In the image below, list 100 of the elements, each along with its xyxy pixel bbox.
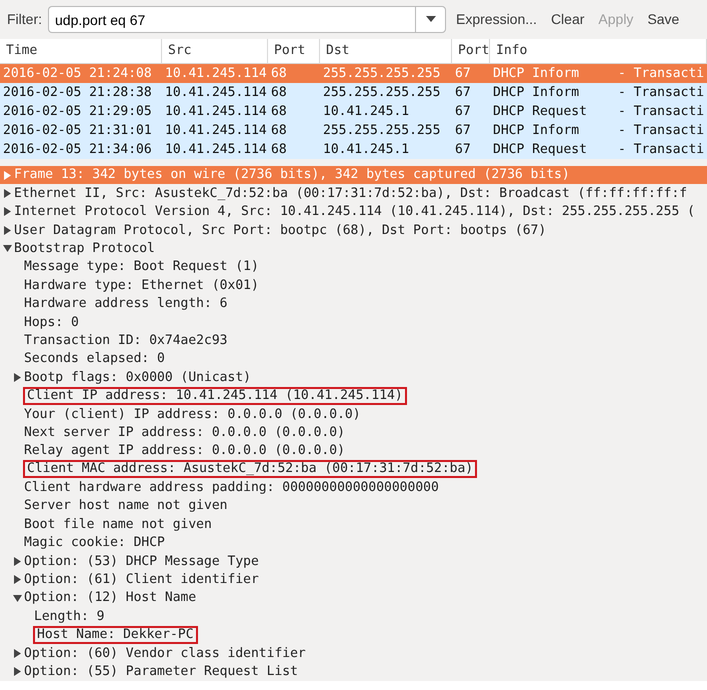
collapsed-triangle-icon[interactable]: [3, 207, 12, 216]
table-cell: DHCP Inform: [493, 122, 580, 138]
tree-row[interactable]: Client IP address: 10.41.245.114 (10.41.245.114): [0, 386, 707, 406]
filter-dropdown-button[interactable]: [415, 6, 446, 33]
tree-row[interactable]: Boot file name not given: [0, 515, 707, 534]
filter-toolbar-button[interactable]: Clear: [546, 9, 588, 30]
tree-item-text: Next server IP address: 0.0.0.0 (0.0.0.0): [23, 424, 346, 442]
tree-row[interactable]: Hardware address length: 6: [0, 294, 707, 314]
column-header[interactable]: Port: [452, 39, 490, 63]
table-cell: 10.41.245.114: [165, 104, 267, 119]
tree-row[interactable]: Host Name: Dekker-PC: [0, 626, 707, 644]
packet-row[interactable]: 2016-02-05 21:29:05 10.41.245.114 68 10.41.245.1 67 DHCP Request - Transacti: [0, 102, 707, 121]
table-cell: 67: [455, 104, 471, 119]
tree-item-text: Option: (60) Vendor class identifier: [23, 644, 307, 663]
tree-item-text: Bootp flags: 0x0000 (Unicast): [23, 368, 252, 387]
table-cell: 68: [271, 122, 287, 138]
tree-item-text: Option: (53) DHCP Message Type: [23, 552, 260, 571]
table-cell: 255.255.255.255: [323, 122, 440, 138]
column-header[interactable]: Info: [490, 39, 707, 63]
table-cell: 68: [271, 66, 287, 81]
filter-toolbar-button[interactable]: Save: [643, 9, 684, 30]
tree-item-text: User Datagram Protocol, Src Port: bootpc (68), Dst Port: bootps (67): [13, 222, 548, 240]
packet-row[interactable]: 2016-02-05 21:31:01 10.41.245.114 68 255.255.255.255 67 DHCP Inform - Transacti: [0, 121, 707, 140]
collapsed-triangle-icon[interactable]: [3, 189, 12, 198]
tree-item-text: Option: (12) Host Name: [23, 589, 198, 608]
table-cell: 68: [271, 84, 287, 100]
table-cell: DHCP Request: [493, 142, 587, 157]
table-cell: DHCP Inform: [493, 84, 580, 100]
table-cell-text: - Transacti: [618, 102, 704, 121]
expanded-triangle-icon[interactable]: [13, 594, 22, 603]
tree-item-text: Magic cookie: DHCP: [23, 534, 166, 552]
tree-item-text: Message type: Boot Request (1): [23, 258, 260, 276]
filter-toolbar-button[interactable]: Expression...: [452, 9, 541, 30]
tree-row[interactable]: Server host name not given: [0, 497, 707, 516]
tree-row[interactable]: Length: 9: [0, 607, 707, 626]
tree-item-text: Host Name: Dekker-PC: [33, 626, 198, 644]
collapsed-triangle-icon[interactable]: [13, 667, 22, 676]
tree-row[interactable]: Client MAC address: AsustekC_7d:52:ba (00:17:31:7d:52:ba): [0, 460, 707, 479]
tree-row[interactable]: Client hardware address padding: 00000000000000000000: [0, 478, 707, 498]
tree-item-text: Client IP address: 10.41.245.114 (10.41.245.114): [23, 386, 407, 405]
caret-icon: [426, 16, 436, 23]
collapsed-triangle-icon[interactable]: [13, 648, 22, 658]
table-cell: 10.41.245.1: [323, 142, 410, 157]
table-cell: 67: [455, 66, 471, 81]
tree-item-text: Hardware type: Ethernet (0x01): [23, 276, 260, 295]
table-cell-text: - Transacti: [618, 84, 704, 102]
tree-item-text: Hops: 0: [23, 314, 80, 332]
tree-row[interactable]: Option: (53) DHCP Message Type: [0, 552, 707, 571]
tree-row[interactable]: Option: (61) Client identifier: [0, 570, 707, 589]
table-cell: 67: [455, 84, 471, 100]
tree-item-text: Option: (61) Client identifier: [23, 571, 260, 590]
tree-row[interactable]: Magic cookie: DHCP: [0, 534, 707, 552]
tree-item-text: Length: 9: [33, 608, 106, 626]
tree-row[interactable]: Transaction ID: 0x74ae2c93: [0, 332, 707, 350]
table-cell: 255.255.255.255: [323, 84, 440, 100]
collapsed-triangle-icon[interactable]: [13, 575, 22, 584]
tree-item-text: Your (client) IP address: 0.0.0.0 (0.0.0.0): [23, 406, 362, 424]
tree-row[interactable]: Bootp flags: 0x0000 (Unicast): [0, 368, 707, 387]
filter-field[interactable]: udp.port eq 67: [48, 6, 415, 33]
tree-item-text: Client hardware address padding: 00000000000000000000: [23, 479, 440, 498]
table-cell: 68: [271, 104, 287, 119]
table-cell-text: - Transacti: [618, 122, 704, 140]
tree-row[interactable]: Option: (55) Parameter Request List: [0, 662, 707, 681]
tree-item-text: Boot file name not given: [23, 516, 213, 534]
column-header[interactable]: Time: [0, 39, 162, 63]
packet-row[interactable]: 2016-02-05 21:28:38 10.41.245.114 68 255.255.255.255 67 DHCP Inform - Transacti: [0, 83, 707, 102]
table-cell: 67: [455, 122, 471, 138]
table-cell: DHCP Request: [493, 104, 587, 119]
tree-row[interactable]: Relay agent IP address: 0.0.0.0 (0.0.0.0): [0, 442, 707, 460]
filter-label: Filter:: [7, 10, 42, 29]
expanded-triangle-icon[interactable]: [3, 244, 12, 254]
table-cell: 2016-02-05 21:28:38: [3, 84, 152, 100]
tree-row[interactable]: Bootstrap Protocol: [0, 240, 707, 258]
tree-row[interactable]: Option: (60) Vendor class identifier: [0, 644, 707, 663]
table-cell: 2016-02-05 21:34:06: [3, 142, 152, 157]
packet-row[interactable]: 2016-02-05 21:34:06 10.41.245.114 68 10.41.245.1 67 DHCP Request - Transacti: [0, 140, 707, 159]
tree-row[interactable]: Next server IP address: 0.0.0.0 (0.0.0.0): [0, 423, 707, 442]
tree-row[interactable]: Option: (12) Host Name: [0, 588, 707, 608]
collapsed-triangle-icon[interactable]: [13, 556, 22, 566]
column-header[interactable]: Port: [268, 39, 320, 63]
tree-item-text: Hardware address length: 6: [23, 295, 228, 314]
table-cell: 68: [271, 142, 287, 157]
tree-row[interactable]: Hops: 0: [0, 313, 707, 332]
tree-row[interactable]: Message type: Boot Request (1): [0, 258, 707, 276]
tree-row[interactable]: Hardware type: Ethernet (0x01): [0, 276, 707, 295]
column-header[interactable]: Dst: [320, 39, 452, 63]
tree-row[interactable]: User Datagram Protocol, Src Port: bootpc (68), Dst Port: bootps (67): [0, 221, 707, 240]
tree-item-text: Relay agent IP address: 0.0.0.0 (0.0.0.0): [23, 442, 346, 460]
tree-item-text: Seconds elapsed: 0: [23, 350, 166, 368]
table-cell: 10.41.245.114: [165, 122, 267, 138]
tree-row[interactable]: Your (client) IP address: 0.0.0.0 (0.0.0.0): [0, 405, 707, 424]
collapsed-triangle-icon[interactable]: [3, 226, 12, 235]
tree-row[interactable]: Seconds elapsed: 0: [0, 350, 707, 368]
table-cell: 10.41.245.114: [165, 84, 267, 100]
table-cell: DHCP Inform: [493, 66, 580, 81]
table-cell-text: - Transacti: [618, 64, 704, 83]
column-header[interactable]: Src: [162, 39, 268, 63]
table-cell: 10.41.245.114: [165, 66, 267, 81]
table-cell: 10.41.245.1: [323, 104, 410, 119]
collapsed-triangle-icon[interactable]: [13, 372, 22, 382]
